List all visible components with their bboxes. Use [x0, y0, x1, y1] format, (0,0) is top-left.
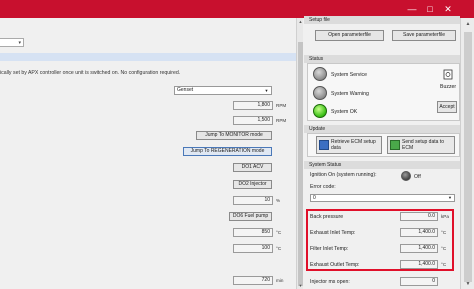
save-parameterfile-button[interactable]: Save parameterfile [392, 30, 456, 41]
send-setup-label: Send setup data to ECM [402, 139, 444, 151]
close-button[interactable]: ✕ [442, 3, 454, 15]
error-code-label: Error code: [310, 184, 336, 190]
scroll-up-icon[interactable]: ▲ [297, 19, 304, 24]
ignition-lamp [401, 171, 411, 181]
highlight-box [306, 209, 454, 271]
retrieve-ecm-button[interactable]: Retrieve ECM setup data [316, 136, 382, 154]
right-scrollbar[interactable]: ▲ ▼ [460, 18, 474, 289]
rpm-unit-1: RPM [276, 103, 287, 108]
left-scrollbar[interactable]: ▲ ▼ [296, 18, 303, 289]
duration-unit: min [276, 278, 284, 283]
temp-unit-1: °C [276, 230, 282, 235]
do6-fuel-pump-button[interactable]: DO6 Fuel pump [229, 212, 272, 221]
error-code-field[interactable]: 0 ▼ [310, 194, 455, 202]
error-code-value: 0 [313, 195, 316, 201]
rpm-field-1[interactable]: 1,800 [233, 101, 273, 110]
mode-select-value: Genset [177, 87, 194, 93]
do1-acv-button[interactable]: DO1 ACV [233, 163, 272, 172]
temp-field-2[interactable]: 100 [233, 244, 273, 253]
temp-field-1[interactable]: 850 [233, 228, 273, 237]
system-warning-lamp [313, 86, 327, 100]
percent-unit: % [276, 198, 281, 203]
chevron-down-icon: ▼ [448, 195, 452, 200]
retrieve-ecm-label: Retrieve ECM setup data [331, 139, 376, 151]
system-service-label: System Service [331, 72, 368, 78]
percent-field[interactable]: 10 [233, 196, 273, 205]
jump-monitor-button[interactable]: Jump To MONITOR mode [196, 131, 272, 140]
send-setup-button[interactable]: Send setup data to ECM [387, 136, 455, 154]
injector-value: 0 [400, 277, 438, 286]
mode-select[interactable]: Genset ▼ [174, 86, 272, 95]
buzzer-label: Buzzer [440, 84, 457, 90]
maximize-button[interactable]: □ [424, 3, 436, 15]
scroll-down-icon[interactable]: ▼ [461, 281, 474, 287]
system-service-lamp [313, 67, 327, 81]
minimize-button[interactable]: — [406, 3, 418, 15]
rpm-field-2[interactable]: 1,500 [233, 116, 273, 125]
ignition-label: Ignition On (system running): [310, 172, 377, 178]
system-status-header: System Status [304, 161, 460, 169]
download-icon [319, 140, 329, 150]
scrollbar-thumb[interactable] [298, 42, 303, 286]
buzzer-icon [443, 69, 453, 83]
update-header: Update [304, 125, 460, 133]
upload-icon [390, 140, 400, 150]
ignition-state: Off [414, 174, 421, 180]
do2-injector-button[interactable]: DO2 Injector [233, 180, 272, 189]
accept-button[interactable]: Accept [437, 101, 457, 113]
status-header: Status [304, 55, 460, 63]
system-ok-label: System OK [331, 109, 358, 115]
duration-field[interactable]: 720 [233, 276, 273, 285]
temp-unit-2: °C [276, 246, 282, 251]
scroll-down-icon[interactable]: ▼ [297, 283, 304, 288]
scrollbar-thumb[interactable] [464, 32, 472, 282]
system-warning-label: System Warning [331, 91, 369, 97]
chevron-down-icon: ▾ [18, 40, 21, 46]
open-parameterfile-button[interactable]: Open parameterfile [315, 30, 384, 41]
config-dropdown[interactable]: ▾ [0, 38, 24, 47]
injector-label: Injector ms open: [310, 279, 350, 285]
system-ok-lamp [313, 104, 327, 118]
chevron-down-icon: ▼ [264, 88, 269, 93]
setup-file-header: Setup file [304, 16, 460, 24]
rpm-unit-2: RPM [276, 118, 287, 123]
scroll-up-icon[interactable]: ▲ [461, 21, 474, 27]
info-text: ically set by APX controller once unit i… [0, 70, 181, 76]
jump-regeneration-button[interactable]: Jump To REGENERATION mode [183, 147, 272, 156]
section-header [0, 53, 303, 61]
